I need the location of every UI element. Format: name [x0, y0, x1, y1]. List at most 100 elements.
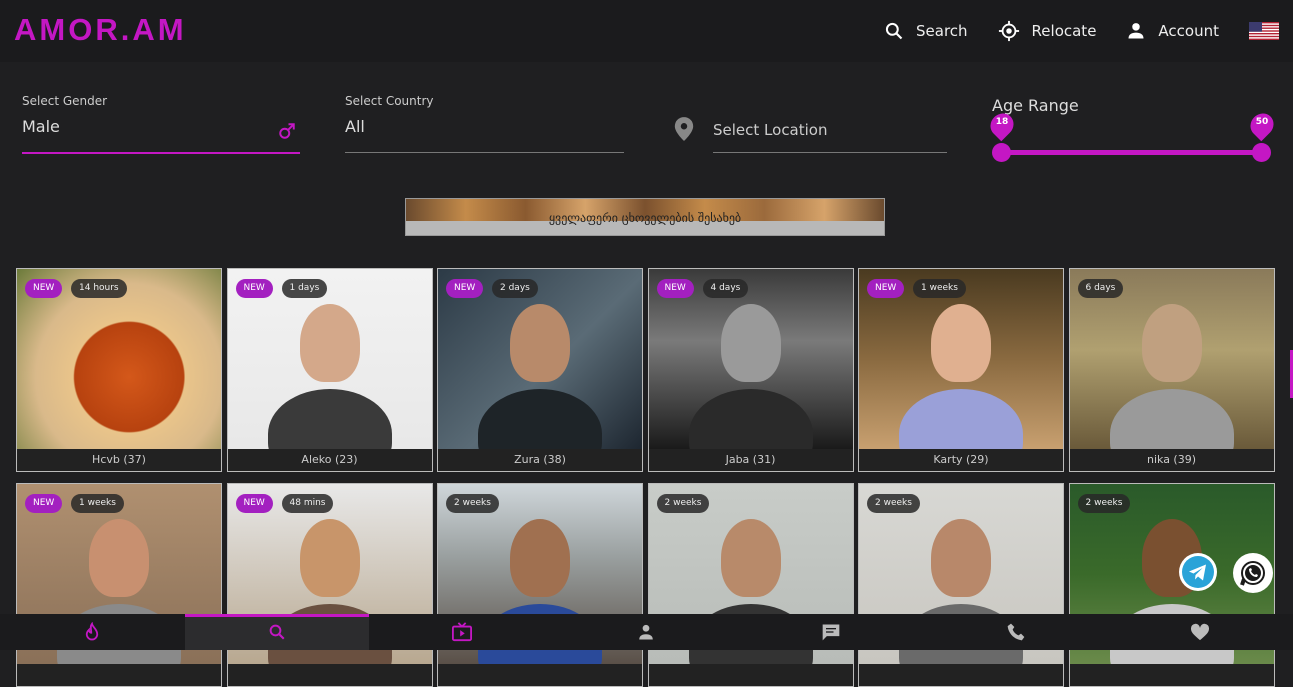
logo[interactable]: AMOR.AM	[14, 12, 187, 48]
profile-photo-face	[299, 519, 360, 597]
tab-flame[interactable]	[0, 614, 185, 650]
telegram-icon	[1182, 556, 1214, 588]
gender-select[interactable]: Select Gender Male	[22, 94, 300, 139]
telegram-button[interactable]	[1179, 553, 1217, 591]
profile-name	[1069, 664, 1274, 686]
search-icon	[269, 624, 285, 640]
search-label: Search	[916, 22, 968, 40]
account-button[interactable]: Account	[1126, 21, 1219, 41]
profile-photo-face	[720, 304, 781, 382]
last-seen-badge: 2 days	[492, 279, 538, 298]
country-underline	[345, 152, 624, 153]
last-seen-badge: 48 mins	[281, 494, 334, 513]
tab-profile[interactable]	[554, 614, 739, 650]
phone-icon	[1007, 623, 1025, 641]
us-flag-icon[interactable]	[1249, 22, 1279, 40]
last-seen-badge: 2 weeks	[1077, 494, 1131, 513]
age-range-track	[1001, 150, 1262, 155]
profile-name: Aleko (23)	[227, 449, 432, 471]
top-bar: AMOR.AM Search Relocate Account	[0, 0, 1293, 62]
age-max-value: 50	[1255, 117, 1269, 127]
country-select[interactable]: Select Country All	[345, 94, 624, 136]
last-seen-badge: 1 days	[281, 279, 328, 298]
new-badge: NEW	[656, 279, 694, 298]
profile-name: nika (39)	[1069, 449, 1274, 471]
country-label: Select Country	[345, 94, 434, 108]
last-seen-badge: 2 weeks	[656, 494, 710, 513]
search-button[interactable]: Search	[884, 21, 968, 41]
profile-card[interactable]: NEW 48 mins	[226, 483, 433, 687]
live-tv-icon	[451, 622, 472, 642]
new-badge: NEW	[235, 279, 273, 298]
new-badge: NEW	[446, 279, 484, 298]
tab-live[interactable]	[369, 614, 554, 650]
profile-card[interactable]: NEW 14 hours Hcvb (37)	[16, 268, 222, 472]
account-label: Account	[1158, 22, 1219, 40]
profile-name	[648, 664, 853, 686]
profile-photo-face	[931, 304, 991, 382]
profile-photo-face	[931, 519, 991, 597]
profile-card[interactable]: NEW 1 days Aleko (23)	[226, 268, 433, 472]
profile-card[interactable]: 6 days nika (39)	[1068, 268, 1275, 472]
profile-card[interactable]: 2 weeks	[437, 483, 643, 687]
profile-card[interactable]: NEW 1 weeks Karty (29)	[858, 268, 1064, 472]
relocate-label: Relocate	[1031, 22, 1097, 40]
chat-icon	[822, 624, 840, 641]
tab-favorites[interactable]	[1108, 614, 1293, 650]
location-select[interactable]: Select Location	[713, 121, 947, 139]
banner-text: ყველაფერი ცხოველების შესახებ	[548, 211, 742, 225]
profile-name: Hcvb (37)	[17, 449, 221, 471]
profile-name: Zura (38)	[438, 449, 642, 471]
profile-name	[227, 664, 432, 686]
tab-calls[interactable]	[923, 614, 1108, 650]
person-icon	[639, 624, 654, 640]
gender-label: Select Gender	[22, 94, 108, 108]
relocate-button[interactable]: Relocate	[998, 20, 1097, 42]
last-seen-badge: 1 weeks	[913, 279, 966, 298]
age-min-handle[interactable]	[992, 143, 1011, 162]
last-seen-badge: 14 hours	[71, 279, 127, 298]
tab-search[interactable]	[184, 614, 370, 650]
profile-name: Jaba (31)	[648, 449, 853, 471]
gender-value: Male	[22, 117, 60, 136]
profile-card[interactable]: NEW 4 days Jaba (31)	[647, 268, 854, 472]
filters-panel: Select Gender Male Select Country All Se…	[0, 62, 1293, 187]
country-value: All	[345, 117, 365, 136]
last-seen-badge: 2 weeks	[446, 494, 499, 513]
age-range-label: Age Range	[992, 96, 1079, 115]
profile-card[interactable]: 2 weeks	[858, 483, 1064, 687]
profile-card[interactable]: NEW 1 weeks	[16, 483, 222, 687]
profile-name	[17, 664, 221, 686]
profile-photo-face	[510, 519, 570, 597]
tab-chat[interactable]	[739, 614, 924, 650]
profile-photo-face	[299, 304, 360, 382]
last-seen-badge: 6 days	[1077, 279, 1124, 298]
profile-photo-face	[89, 519, 149, 597]
profile-name: Karty (29)	[859, 449, 1063, 471]
male-icon	[279, 123, 295, 139]
whatsapp-button[interactable]	[1233, 553, 1273, 593]
profile-name	[859, 664, 1063, 686]
flame-icon	[86, 622, 99, 641]
whatsapp-icon	[1240, 561, 1265, 586]
person-icon	[1128, 23, 1144, 39]
location-placeholder: Select Location	[713, 121, 828, 139]
profile-card[interactable]: NEW 2 days Zura (38)	[437, 268, 643, 472]
bottom-nav	[0, 614, 1293, 650]
location-underline	[713, 152, 947, 153]
last-seen-badge: 1 weeks	[71, 494, 124, 513]
location-pin-icon	[674, 117, 694, 141]
heart-icon	[1191, 623, 1210, 641]
new-badge: NEW	[25, 279, 63, 298]
last-seen-badge: 2 weeks	[867, 494, 920, 513]
age-max-handle[interactable]	[1252, 143, 1271, 162]
profile-card[interactable]: 2 weeks	[647, 483, 854, 687]
profile-photo-face	[510, 304, 570, 382]
profile-name	[438, 664, 642, 686]
search-icon	[885, 22, 903, 40]
new-badge: NEW	[235, 494, 273, 513]
ad-banner[interactable]: ყველაფერი ცხოველების შესახებ	[405, 198, 885, 236]
profile-photo-face	[720, 519, 781, 597]
age-min-value: 18	[995, 117, 1009, 127]
last-seen-badge: 4 days	[702, 279, 749, 298]
